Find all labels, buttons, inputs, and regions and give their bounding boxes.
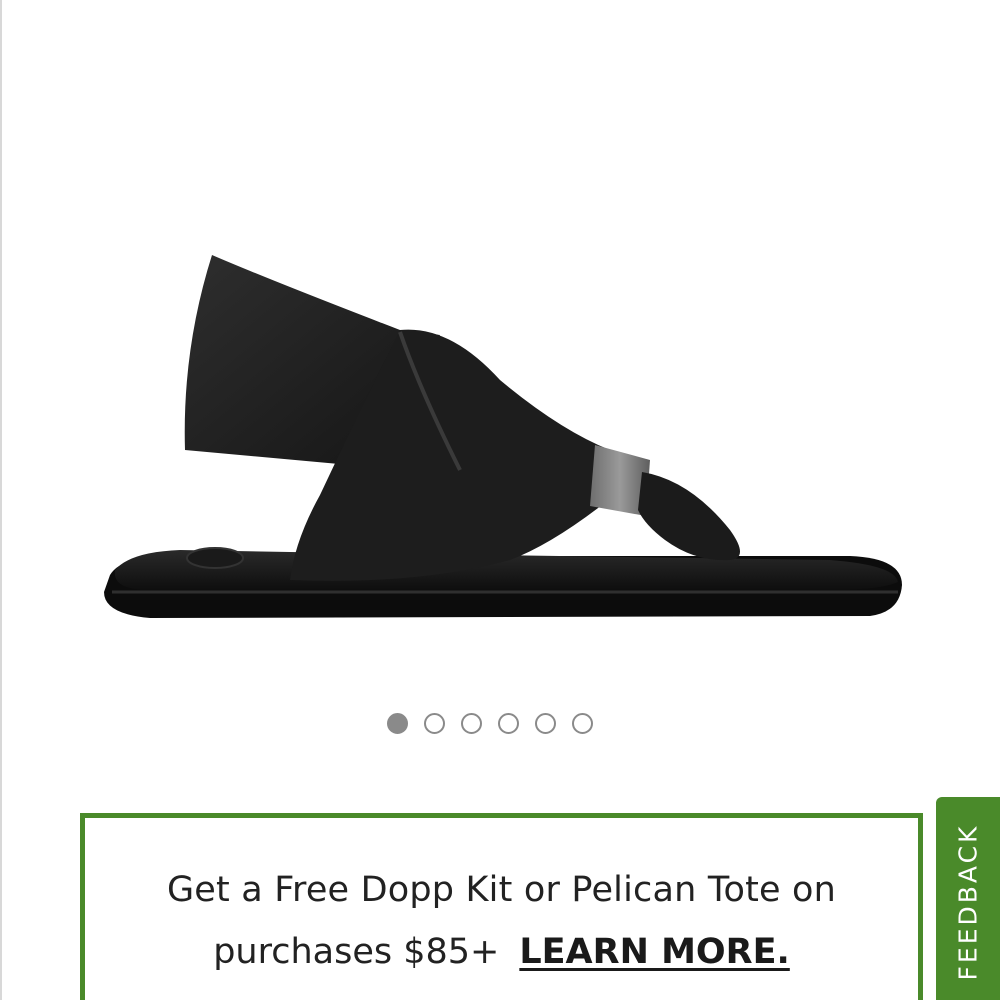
product-page: Get a Free Dopp Kit or Pelican Tote on p… [0, 0, 1000, 1000]
carousel-dot-1[interactable] [387, 713, 408, 734]
feedback-label: FEEDBACK [953, 823, 983, 981]
page-edge-divider [0, 0, 2, 1000]
learn-more-link[interactable]: LEARN MORE. [519, 932, 789, 972]
carousel-dot-3[interactable] [461, 713, 482, 734]
sandal-logo-mark [186, 547, 244, 569]
promo-banner: Get a Free Dopp Kit or Pelican Tote on p… [80, 813, 923, 1000]
promo-text-line1: Get a Free Dopp Kit or Pelican Tote on [166, 870, 837, 910]
carousel-dot-6[interactable] [572, 713, 593, 734]
carousel-dot-2[interactable] [424, 713, 445, 734]
product-image[interactable] [90, 240, 920, 660]
sandal-toe-post [638, 472, 740, 561]
feedback-tab[interactable]: FEEDBACK [936, 797, 1000, 1000]
promo-text-line2: purchases $85+ LEARN MORE. [85, 932, 918, 972]
promo-threshold-text: purchases $85+ [213, 932, 500, 972]
carousel-pagination [387, 713, 593, 734]
carousel-dot-5[interactable] [535, 713, 556, 734]
carousel-dot-4[interactable] [498, 713, 519, 734]
